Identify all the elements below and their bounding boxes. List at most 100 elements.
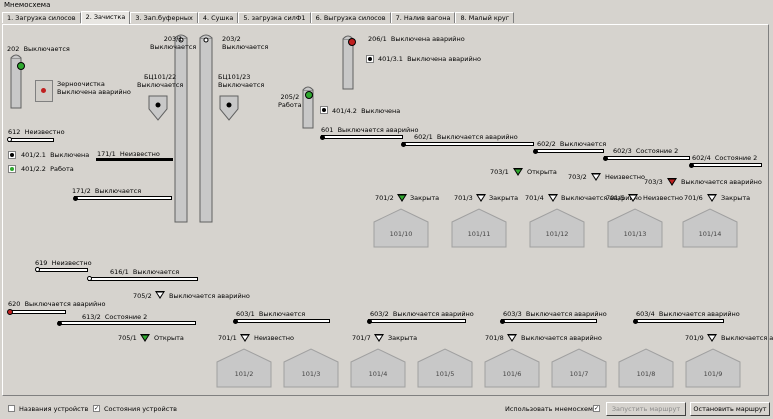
silo-label: 101/5 xyxy=(435,370,455,378)
label-device-names: Названия устройств xyxy=(19,405,89,413)
silo-shape xyxy=(529,208,585,248)
silo-101-11[interactable]: 101/11 xyxy=(451,208,507,248)
conveyor-602-1[interactable] xyxy=(402,142,534,146)
conveyor-602-3[interactable] xyxy=(604,156,690,160)
tab-2[interactable]: 2. Зачистка xyxy=(80,11,131,24)
gate-701-1-icon[interactable] xyxy=(239,333,251,343)
label-203-1: 203/1 Выключается xyxy=(150,35,197,51)
gate-705-2-icon[interactable] xyxy=(154,290,166,300)
conveyor-603-1[interactable] xyxy=(234,319,330,323)
label-602-3: 602/3 Состояние 2 xyxy=(613,147,679,155)
conveyor-171-1[interactable] xyxy=(96,158,173,161)
gate-705-1-icon[interactable] xyxy=(139,333,151,343)
gate-701-7-icon[interactable] xyxy=(373,333,385,343)
conveyor-613-2[interactable] xyxy=(58,321,196,325)
silo-101-8[interactable]: 101/8 xyxy=(618,348,674,388)
tab-8[interactable]: 8. Малый круг xyxy=(455,12,515,23)
checkbox-use-mnemo[interactable]: ✓ xyxy=(593,405,600,412)
label-703-3-name: 703/3 xyxy=(644,178,663,186)
window-title: Мнемосхема xyxy=(4,1,51,9)
stop-route-button[interactable]: Остановить маршрут xyxy=(690,402,770,416)
label-703-1-name: 703/1 xyxy=(490,168,509,176)
label-bu101-22: БЦ101/22 Выключается xyxy=(137,73,184,89)
tab-7[interactable]: 7. Налив вагона xyxy=(390,12,456,23)
label-device-states: Состояния устройств xyxy=(104,405,177,413)
label-701-1-name: 701/1 xyxy=(218,334,237,342)
conveyor-603-4[interactable] xyxy=(634,319,724,323)
silo-101-4[interactable]: 101/4 xyxy=(350,348,406,388)
checkbox-device-states[interactable]: ✓ xyxy=(93,405,100,412)
silo-label: 101/6 xyxy=(502,370,522,378)
conveyor-603-2[interactable] xyxy=(368,319,466,323)
start-route-button[interactable]: Запустить маршрут xyxy=(606,402,686,416)
silo-shape xyxy=(451,208,507,248)
label-701-5-name: 701/5 xyxy=(606,194,625,202)
conveyor-616-1[interactable] xyxy=(88,277,198,281)
bunker-bu101-22-icon[interactable] xyxy=(148,95,168,121)
silo-101-6[interactable]: 101/6 xyxy=(484,348,540,388)
elevator-205-2-icon[interactable] xyxy=(300,84,320,130)
bunker-bu101-23-icon[interactable] xyxy=(219,95,239,121)
conveyor-171-2[interactable] xyxy=(74,196,172,200)
elevator-202-icon[interactable] xyxy=(8,52,30,112)
label-703-2-state: Неизвестно xyxy=(605,173,645,181)
gate-701-8-icon[interactable] xyxy=(506,333,518,343)
checkbox-device-names[interactable] xyxy=(8,405,15,412)
elevator-203-2-icon[interactable] xyxy=(194,32,218,224)
gate-701-9-icon[interactable] xyxy=(706,333,718,343)
silo-101-9[interactable]: 101/9 xyxy=(685,348,741,388)
label-613-2: 613/2 Состояние 2 xyxy=(82,313,148,321)
device-401-2-2-box[interactable] xyxy=(8,165,16,173)
gate-701-5-icon[interactable] xyxy=(627,193,639,203)
silo-101-7[interactable]: 101/7 xyxy=(551,348,607,388)
conveyor-602-2[interactable] xyxy=(534,149,604,153)
tab-6[interactable]: 6. Выгрузка силосов xyxy=(310,12,391,23)
label-701-6-state: Закрыта xyxy=(721,194,751,202)
gate-701-2-icon[interactable] xyxy=(396,193,408,203)
conveyor-619-drive xyxy=(35,267,40,272)
label-701-7-name: 701/7 xyxy=(352,334,371,342)
silo-101-3[interactable]: 101/3 xyxy=(283,348,339,388)
silo-101-10[interactable]: 101/10 xyxy=(373,208,429,248)
silo-101-12[interactable]: 101/12 xyxy=(529,208,585,248)
silo-101-2[interactable]: 101/2 xyxy=(216,348,272,388)
conveyor-601[interactable] xyxy=(321,135,403,139)
label-705-2-state: Выключается аварийно xyxy=(169,292,250,300)
grain-cleaner-box[interactable] xyxy=(35,80,53,102)
tab-3[interactable]: 3. Зап.буферных xyxy=(130,12,198,23)
silo-shape xyxy=(618,348,674,388)
gate-703-3-icon[interactable] xyxy=(666,177,678,187)
silo-label: 101/3 xyxy=(301,370,321,378)
silo-101-14[interactable]: 101/14 xyxy=(682,208,738,248)
conveyor-620[interactable] xyxy=(8,310,66,314)
label-705-1-state: Открыта xyxy=(154,334,184,342)
silo-label: 101/11 xyxy=(467,230,491,238)
gate-703-1-icon[interactable] xyxy=(512,167,524,177)
conveyor-602-4[interactable] xyxy=(690,163,762,167)
elevator-203-1-icon[interactable] xyxy=(169,32,193,224)
tab-1[interactable]: 1. Загрузка силосов xyxy=(2,12,81,23)
device-401-3-1-box[interactable] xyxy=(366,55,374,63)
tab-5[interactable]: 5. загрузка силФ1 xyxy=(238,12,311,23)
label-701-2-name: 701/2 xyxy=(375,194,394,202)
gate-701-3-icon[interactable] xyxy=(475,193,487,203)
device-401-4-2-box[interactable] xyxy=(320,106,328,114)
conveyor-612[interactable] xyxy=(8,138,54,142)
tab-bar: 1. Загрузка силосов 2. Зачистка 3. Зап.б… xyxy=(2,11,515,24)
elevator-206-1-icon[interactable] xyxy=(340,33,360,91)
gate-701-6-icon[interactable] xyxy=(706,193,718,203)
silo-shape xyxy=(682,208,738,248)
gate-703-2-icon[interactable] xyxy=(590,172,602,182)
label-620: 620 Выключается аварийно xyxy=(8,300,106,308)
device-401-2-1-box[interactable] xyxy=(8,151,16,159)
conveyor-602-4-drive xyxy=(689,163,694,168)
conveyor-603-3[interactable] xyxy=(501,319,597,323)
tab-4[interactable]: 4. Сушка xyxy=(197,12,239,23)
silo-101-5[interactable]: 101/5 xyxy=(417,348,473,388)
silo-101-13[interactable]: 101/13 xyxy=(607,208,663,248)
label-401-2-1: 401/2.1 Выключена xyxy=(21,151,90,159)
label-602-1: 602/1 Выключается аварийно xyxy=(414,133,518,141)
gate-701-4-icon[interactable] xyxy=(547,193,559,203)
label-603-1: 603/1 Выключается xyxy=(236,310,306,318)
conveyor-619[interactable] xyxy=(36,268,88,272)
